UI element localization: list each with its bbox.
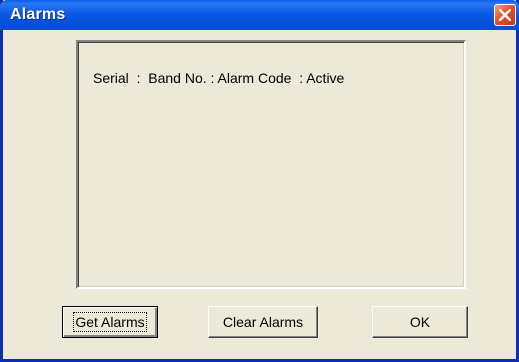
window-title: Alarms [10, 6, 66, 23]
title-bar[interactable]: Alarms [0, 0, 519, 30]
alarms-dialog: Alarms Serial : Band No. : Alarm Code : … [0, 0, 519, 362]
get-alarms-button[interactable]: Get Alarms [62, 306, 158, 338]
ok-button[interactable]: OK [372, 306, 468, 338]
clear-alarms-button[interactable]: Clear Alarms [208, 306, 318, 338]
alarm-list-header: Serial : Band No. : Alarm Code : Active [93, 70, 345, 86]
ok-label: OK [409, 314, 431, 330]
get-alarms-label: Get Alarms [73, 312, 147, 332]
close-icon [499, 9, 511, 21]
clear-alarms-label: Clear Alarms [222, 314, 304, 330]
close-button[interactable] [494, 4, 516, 26]
